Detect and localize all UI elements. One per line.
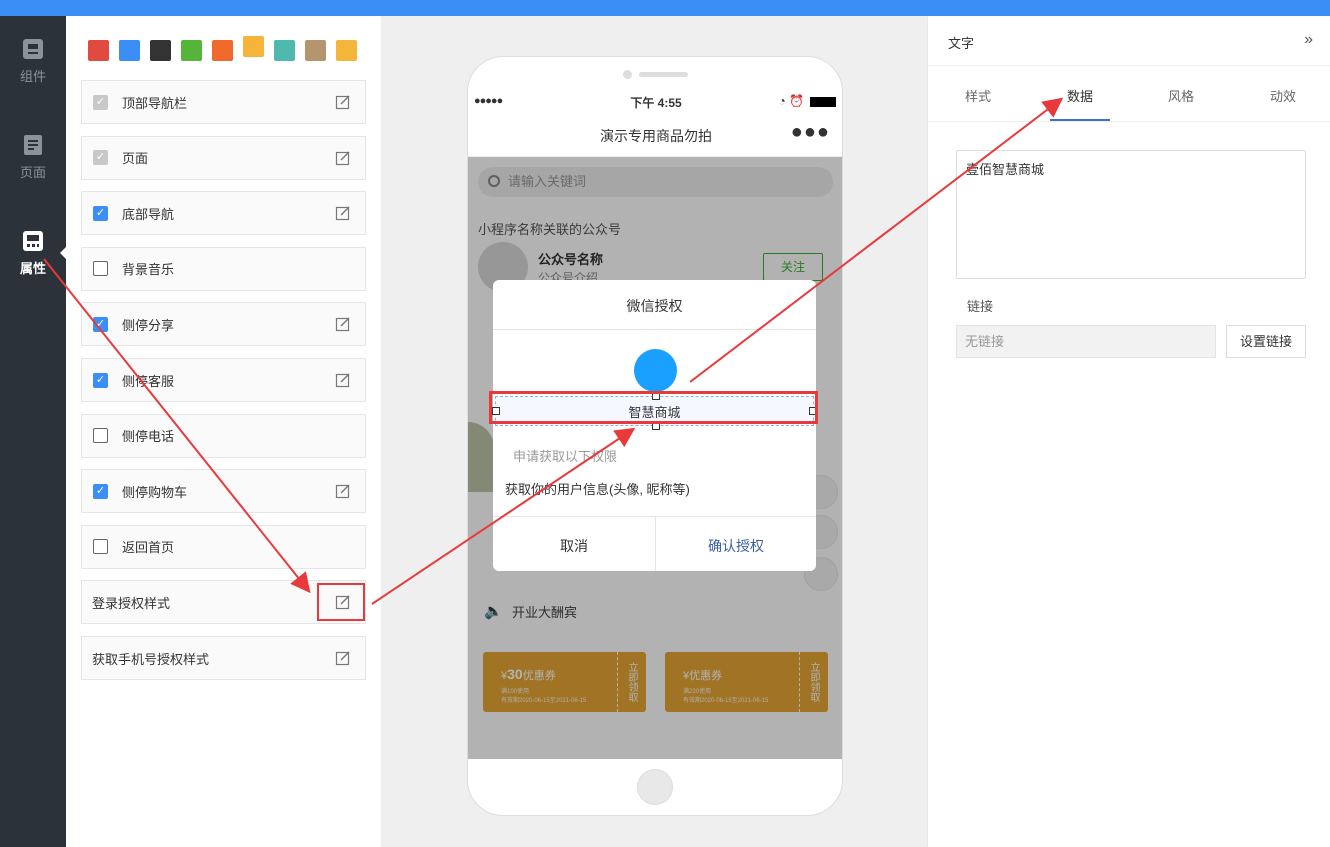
row-label: 返回首页 — [122, 540, 175, 556]
row-label: 侧停购物车 — [122, 484, 188, 500]
highlight-box-selection — [489, 391, 818, 424]
active-tab-indicator — [1050, 119, 1110, 121]
cancel-button[interactable]: 取消 — [493, 536, 655, 556]
settings-row[interactable]: 背景音乐 — [81, 246, 366, 291]
wechat-auth-dialog: 微信授权 智慧商城 申请获取以下权限 获取你的用户信息(头像, 昵称等) 取消 … — [492, 280, 817, 571]
dialog-permission-info: 获取你的用户信息(头像, 昵称等) — [505, 482, 690, 497]
settings-row[interactable]: 获取手机号授权样式 — [81, 636, 366, 680]
divider — [493, 329, 816, 330]
highlight-box-edit — [317, 583, 365, 621]
color-swatch[interactable] — [88, 40, 109, 61]
nav-label-pages: 页面 — [19, 165, 46, 180]
camera-dot — [623, 70, 632, 79]
color-swatch[interactable] — [305, 40, 326, 61]
settings-row[interactable]: ✓ 侧停购物车 — [81, 469, 366, 514]
row-checkbox[interactable]: ✓ — [93, 205, 108, 221]
home-button — [637, 769, 673, 805]
row-label: 页面 — [122, 151, 149, 167]
row-label: 侧停电话 — [122, 429, 175, 445]
color-swatch[interactable] — [243, 36, 264, 57]
row-label: 底部导航 — [122, 206, 175, 222]
settings-panel: ✓ 顶部导航栏 ✓ 页面 ✓ 底部导航背景音乐 ✓ 侧停分享 ✓ 侧停客服侧停电话 ✓ 侧停购物车返回… — [66, 16, 381, 847]
page-icon — [24, 135, 42, 155]
link-label: 链接 — [967, 299, 994, 314]
settings-row[interactable]: ✓ 顶部导航栏 — [81, 80, 366, 124]
mini-app-titlebar: 演示专用商品勿拍 ●●● — [468, 113, 842, 157]
app-logo — [634, 349, 677, 392]
edit-icon[interactable] — [335, 150, 351, 166]
row-checkbox[interactable]: ✓ — [93, 372, 108, 388]
dialog-request-text: 申请获取以下权限 — [513, 449, 618, 464]
color-swatch[interactable] — [212, 40, 233, 61]
edit-icon[interactable] — [335, 483, 351, 499]
row-checkbox: ✓ — [93, 94, 108, 110]
row-checkbox[interactable] — [93, 539, 108, 555]
collapse-icon[interactable]: » — [1304, 31, 1313, 49]
theme-color-swatches — [88, 36, 357, 61]
edit-icon[interactable] — [335, 316, 351, 332]
row-label: 侧停客服 — [122, 373, 175, 389]
link-field[interactable]: 无链接 — [956, 325, 1216, 358]
dialog-title: 微信授权 — [626, 298, 683, 314]
battery-icon — [810, 97, 836, 107]
row-checkbox[interactable] — [93, 261, 108, 277]
edit-icon[interactable] — [335, 650, 351, 666]
edit-icon[interactable] — [335, 205, 351, 221]
tab-data[interactable]: 数据 — [1050, 86, 1110, 105]
mini-app-title: 演示专用商品勿拍 — [600, 128, 712, 144]
settings-row[interactable]: ✓ 底部导航 — [81, 191, 366, 236]
panel-header: 文字 » — [928, 16, 1330, 66]
top-bar — [0, 0, 1330, 16]
settings-row[interactable]: ✓ 页面 — [81, 135, 366, 180]
nav-item-pages[interactable]: 页面 — [0, 134, 66, 181]
color-swatch[interactable] — [336, 40, 357, 61]
color-swatch[interactable] — [119, 40, 140, 61]
row-label: 登录授权样式 — [92, 595, 171, 611]
tab-animation[interactable]: 动效 — [1253, 86, 1313, 105]
left-nav: 组件 页面 属性 — [0, 16, 66, 847]
settings-row[interactable]: ✓ 侧停分享 — [81, 302, 366, 347]
settings-row[interactable]: ✓ 侧停客服 — [81, 358, 366, 402]
set-link-button[interactable]: 设置链接 — [1226, 325, 1306, 358]
more-menu-icon[interactable]: ●●● — [791, 121, 830, 144]
properties-icon — [23, 231, 43, 251]
nav-label-properties: 属性 — [19, 261, 46, 276]
row-checkbox[interactable]: ✓ — [93, 483, 108, 499]
row-checkbox[interactable]: ✓ — [93, 316, 108, 332]
tab-theme[interactable]: 风格 — [1151, 86, 1211, 105]
status-bar: ●●●●● 下午 4:55 ◔ ⏰ — [468, 91, 842, 113]
nav-item-components[interactable]: 组件 — [0, 38, 66, 85]
color-swatch[interactable] — [150, 40, 171, 61]
panel-tabs: 样式 数据 风格 动效 — [928, 66, 1330, 122]
row-label: 顶部导航栏 — [122, 95, 188, 111]
color-swatch[interactable] — [181, 40, 202, 61]
settings-row[interactable]: 返回首页 — [81, 524, 366, 569]
tab-style[interactable]: 样式 — [948, 86, 1008, 105]
panel-title: 文字 — [948, 36, 975, 51]
row-label: 获取手机号授权样式 — [92, 651, 210, 667]
properties-panel: 文字 » 样式 数据 风格 动效 链接 无链接 设置链接 — [927, 16, 1330, 847]
color-swatch[interactable] — [274, 40, 295, 61]
alarm-icon: ◔ ⏰ — [778, 94, 804, 108]
edit-icon[interactable] — [335, 94, 351, 110]
row-label: 背景音乐 — [122, 262, 175, 278]
edit-icon[interactable] — [335, 372, 351, 388]
text-content-field[interactable] — [956, 150, 1306, 279]
row-checkbox[interactable] — [93, 428, 108, 444]
row-label: 侧停分享 — [122, 317, 175, 333]
settings-row[interactable]: 侧停电话 — [81, 413, 366, 458]
row-checkbox: ✓ — [93, 150, 108, 166]
nav-item-properties[interactable]: 属性 — [0, 230, 66, 277]
component-icon — [23, 39, 43, 59]
confirm-auth-button[interactable]: 确认授权 — [656, 536, 816, 556]
nav-label-components: 组件 — [19, 69, 46, 84]
speaker — [639, 72, 688, 77]
